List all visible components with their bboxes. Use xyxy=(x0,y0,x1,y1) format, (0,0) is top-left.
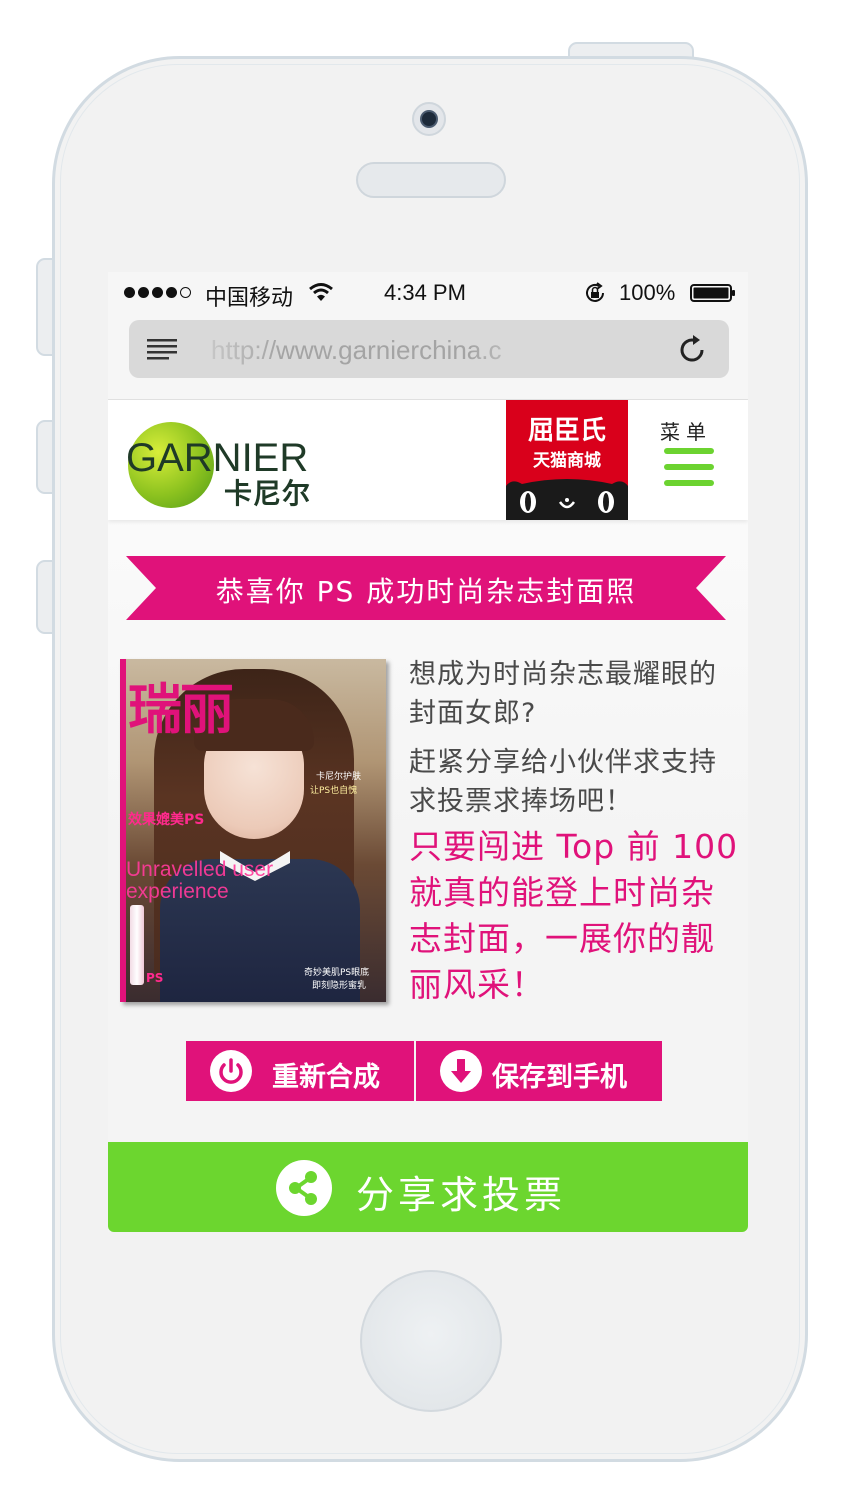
product-tube-image xyxy=(130,905,144,985)
reload-icon[interactable] xyxy=(675,333,709,367)
action-buttons: 重新合成 保存到手机 xyxy=(186,1041,662,1101)
share-label: 分享求投票 xyxy=(356,1173,567,1217)
cover-bottom-text-1: 奇妙美肌PS眼底 xyxy=(304,968,370,978)
intro-line-2: 赶紧分享给小伙伴求支持求投票求捧场吧！ xyxy=(409,747,717,817)
intro-line-1: 想成为时尚杂志最耀眼的封面女郎? xyxy=(409,659,717,729)
garnier-logo[interactable]: GARNIER 卡尼尔 xyxy=(126,418,336,510)
battery-percentage: 100% xyxy=(619,280,676,305)
cover-english-text: Unravelled user experience xyxy=(126,858,274,903)
share-vote-button[interactable]: 分享求投票 xyxy=(108,1142,748,1232)
browser-address-bar: http://www.garnierchina.c xyxy=(108,312,748,400)
download-icon xyxy=(440,1050,482,1092)
banner-text: 恭喜你 PS 成功时尚杂志封面照 xyxy=(215,575,637,608)
carrier-name: 中国移动 xyxy=(205,285,294,310)
promo-text: 只要闯进 Top 前 100 就真的能登上时尚杂志封面，一展你的靓丽风采！ xyxy=(409,827,739,1004)
hamburger-menu-icon[interactable] xyxy=(664,448,714,490)
cover-bottom-text-2: 即刻隐形蜜乳 xyxy=(312,981,367,991)
clock: 4:34 PM xyxy=(384,280,466,305)
brand-name-cn: 卡尼尔 xyxy=(224,477,312,510)
url-text[interactable]: http://www.garnierchina.c xyxy=(211,335,556,365)
tmall-subtitle: 天猫商城 xyxy=(533,451,601,471)
url-field[interactable]: http://www.garnierchina.c xyxy=(129,320,729,378)
menu-label[interactable]: 菜单 xyxy=(660,416,712,445)
restart-label: 重新合成 xyxy=(272,1062,380,1093)
tmall-store-link[interactable]: 屈臣氏 天猫商城 xyxy=(506,400,628,520)
cover-tagline: 效果媲美PS xyxy=(128,812,205,828)
site-header: GARNIER 卡尼尔 屈臣氏 天猫商城 菜单 xyxy=(108,400,748,520)
status-bar: 中国移动 4:34 PM 100% xyxy=(108,272,748,312)
home-button[interactable] xyxy=(360,1270,502,1412)
tmall-cat-icon xyxy=(506,479,628,520)
reader-menu-icon[interactable] xyxy=(147,338,177,360)
power-icon xyxy=(210,1050,252,1092)
save-label: 保存到手机 xyxy=(492,1062,627,1093)
wifi-icon xyxy=(309,283,333,301)
save-to-phone-button[interactable]: 保存到手机 xyxy=(416,1041,662,1101)
phone-screen: 中国移动 4:34 PM 100% http://www.garnierchin… xyxy=(108,272,748,1232)
front-camera xyxy=(412,102,446,136)
rotation-lock-icon xyxy=(586,282,604,302)
cover-side-text-1: 卡尼尔护肤 xyxy=(316,772,362,782)
cover-spine xyxy=(120,659,126,1002)
signal-strength-icon xyxy=(124,287,191,298)
cover-side-text-2: 让PS也自愧 xyxy=(310,786,358,796)
cover-masthead: 瑞丽 xyxy=(128,678,234,741)
tmall-title: 屈臣氏 xyxy=(527,416,606,446)
earpiece-speaker xyxy=(356,162,506,198)
share-icon xyxy=(276,1160,332,1216)
intro-text: 想成为时尚杂志最耀眼的封面女郎? 赶紧分享给小伙伴求支持求投票求捧场吧！ xyxy=(409,655,741,821)
restart-button[interactable]: 重新合成 xyxy=(186,1041,414,1101)
battery-icon xyxy=(690,284,735,302)
cover-product-label: PS xyxy=(146,971,164,985)
magazine-cover-image[interactable]: 瑞丽 效果媲美PS Unravelled user experience 卡尼尔… xyxy=(120,659,386,1002)
congrats-banner: 恭喜你 PS 成功时尚杂志封面照 xyxy=(126,556,726,620)
